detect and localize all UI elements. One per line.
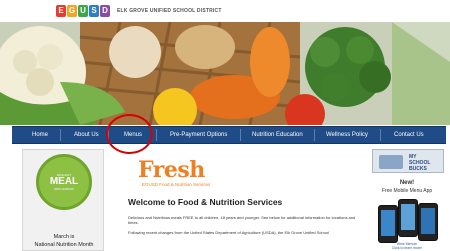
my-school-bucks-banner[interactable]: MY SCHOOL BUCKS: [372, 149, 444, 173]
logo-letter: U: [78, 5, 88, 17]
school-bucks-text: MY SCHOOL BUCKS: [409, 154, 430, 172]
right-sidebar: MY SCHOOL BUCKS New! Free Mobile Menu Ap…: [364, 146, 450, 251]
logo-letter: E: [56, 5, 66, 17]
badge-subtitle: APPLICATION: [54, 187, 74, 191]
school-bucks-icon: [379, 155, 403, 169]
logo-letter: D: [100, 5, 110, 17]
nav-separator: [380, 129, 381, 141]
logo-letter: G: [67, 5, 77, 17]
followup-text: Following recent changes from the United…: [128, 230, 329, 235]
nav-contact-us[interactable]: Contact Us: [394, 127, 424, 143]
left-sidebar: 2016-2017 MEAL APPLICATION March is Nati…: [22, 149, 104, 251]
nav-about-us[interactable]: About Us: [74, 127, 99, 143]
mobile-app-label[interactable]: Free Mobile Menu App: [364, 188, 450, 194]
intro-text: Delicious and Nutritious meals FREE to a…: [128, 215, 356, 225]
logo-letter: S: [89, 5, 99, 17]
egusd-logo-mark: E G U S D: [56, 5, 111, 17]
phone-icon: [418, 203, 438, 241]
nav-separator: [240, 129, 241, 141]
nav-nutrition-education[interactable]: Nutrition Education: [252, 127, 303, 143]
school-bucks-line: BUCKS: [409, 166, 427, 172]
nav-separator: [60, 129, 61, 141]
phone-icon: [378, 205, 398, 243]
march-line-1: March is: [53, 234, 75, 240]
march-line-2: National Nutrition Month: [34, 242, 94, 248]
nav-pre-payment-options[interactable]: Pre-Payment Options: [170, 127, 227, 143]
badge-title: MEAL: [49, 176, 79, 187]
meal-application-badge[interactable]: 2016-2017 MEAL APPLICATION: [36, 154, 92, 210]
phones-caption[interactable]: Wine Menum Click to learn more!: [364, 242, 450, 250]
site-header: E G U S D ELK GROVE UNIFIED SCHOOL DISTR…: [0, 0, 450, 22]
phone-icon: [398, 199, 418, 237]
nav-separator: [314, 129, 315, 141]
nav-separator: [156, 129, 157, 141]
fresh-subtitle: EGUSD Food & Nutrition Services: [142, 182, 211, 187]
district-name: ELK GROVE UNIFIED SCHOOL DISTRICT: [117, 8, 222, 14]
main-navigation: Home About Us Menus Pre-Payment Options …: [12, 126, 446, 144]
hero-vegetables-image: [0, 22, 450, 125]
fresh-title: Fresh: [138, 157, 205, 183]
nav-wellness-policy[interactable]: Wellness Policy: [326, 127, 368, 143]
fresh-logo: Fresh EGUSD Food & Nutrition Services: [138, 159, 210, 187]
caption-line: Click to learn more!: [391, 246, 423, 250]
district-logo[interactable]: E G U S D ELK GROVE UNIFIED SCHOOL DISTR…: [56, 4, 222, 18]
new-label: New!: [399, 180, 415, 186]
menus-highlight-circle: [106, 114, 153, 154]
mobile-app-phones-image[interactable]: [374, 197, 440, 243]
nav-home[interactable]: Home: [32, 127, 48, 143]
welcome-heading: Welcome to Food & Nutrition Services: [128, 197, 283, 207]
